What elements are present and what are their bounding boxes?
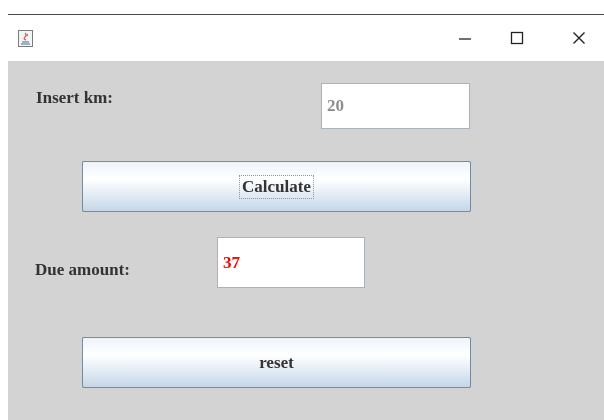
calculate-button[interactable]: Calculate [82, 161, 471, 212]
due-amount-label: Due amount: [35, 260, 130, 279]
calculate-button-label: Calculate [239, 174, 314, 199]
close-button[interactable] [556, 15, 602, 61]
maximize-icon [510, 31, 524, 45]
reset-button[interactable]: reset [82, 337, 471, 388]
title-bar [8, 15, 604, 61]
km-input[interactable]: 20 [321, 83, 470, 129]
km-label: Insert km: [36, 88, 113, 107]
app-window: Insert km: 20 Calculate Due amount: 37 r… [8, 14, 604, 420]
maximize-button[interactable] [494, 15, 540, 61]
content-panel: Insert km: 20 Calculate Due amount: 37 r… [8, 61, 604, 420]
java-app-icon [18, 30, 33, 47]
due-amount-output: 37 [217, 237, 365, 288]
minimize-icon [459, 38, 471, 40]
reset-button-label: reset [259, 352, 294, 372]
close-icon [573, 32, 585, 44]
minimize-button[interactable] [442, 15, 488, 61]
